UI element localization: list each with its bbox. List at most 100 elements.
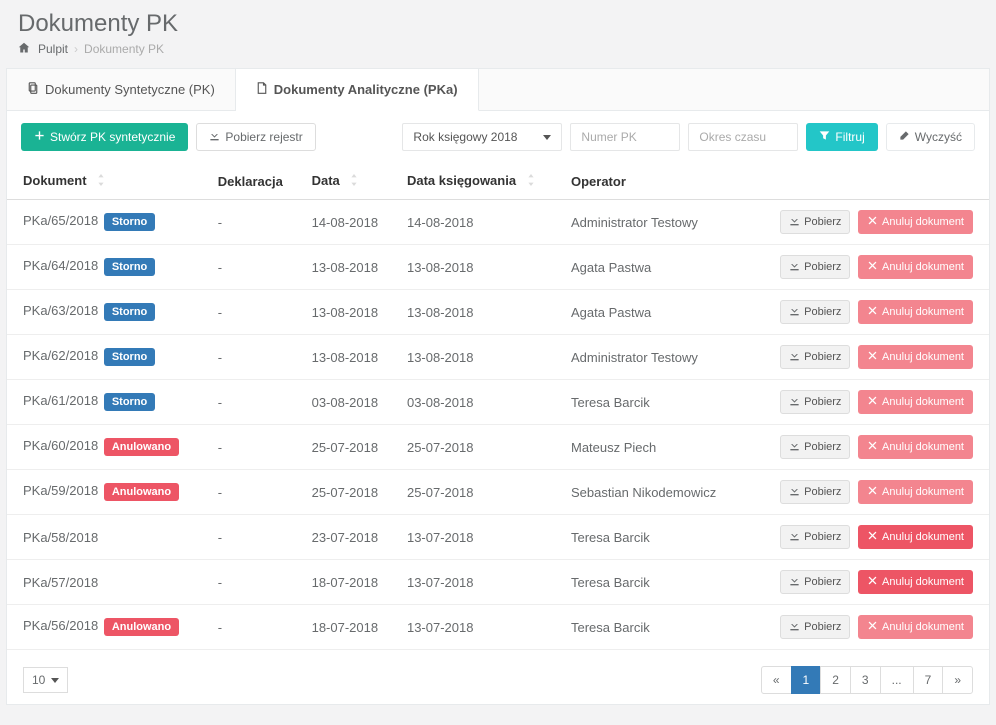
- operator-cell: Teresa Barcik: [561, 605, 743, 650]
- operator-cell: Administrator Testowy: [561, 200, 743, 245]
- table-row: PKa/59/2018 Anulowano - 25-07-2018 25-07…: [7, 470, 989, 515]
- download-icon: [789, 395, 800, 409]
- cancel-document-button[interactable]: Anuluj dokument: [858, 570, 973, 594]
- status-badge-storno: Storno: [104, 393, 155, 411]
- filter-button[interactable]: Filtruj: [806, 123, 877, 151]
- pagination-page[interactable]: 1: [791, 666, 822, 694]
- close-icon: [867, 305, 878, 319]
- download-row-button[interactable]: Pobierz: [780, 570, 850, 594]
- create-pk-button[interactable]: Stwórz PK syntetycznie: [21, 123, 188, 151]
- cancel-document-label: Anuluj dokument: [882, 216, 964, 228]
- pagination-page[interactable]: 7: [913, 666, 944, 694]
- year-select-value: Rok księgowy 2018: [413, 130, 517, 144]
- close-icon: [867, 485, 878, 499]
- download-row-label: Pobierz: [804, 621, 841, 633]
- download-row-label: Pobierz: [804, 396, 841, 408]
- close-icon: [867, 350, 878, 364]
- cancel-document-button[interactable]: Anuluj dokument: [858, 480, 973, 504]
- pagination: «123...7»: [761, 666, 973, 694]
- document-number: PKa/56/2018: [23, 618, 98, 633]
- book-date-cell: 13-07-2018: [397, 560, 561, 605]
- status-badge-anulowano: Anulowano: [104, 483, 179, 501]
- pagination-page[interactable]: ...: [880, 666, 914, 694]
- download-row-label: Pobierz: [804, 486, 841, 498]
- book-date-cell: 25-07-2018: [397, 425, 561, 470]
- pagination-page[interactable]: «: [761, 666, 792, 694]
- year-select[interactable]: Rok księgowy 2018: [402, 123, 562, 151]
- operator-cell: Agata Pastwa: [561, 290, 743, 335]
- download-row-button[interactable]: Pobierz: [780, 210, 850, 234]
- cancel-document-button[interactable]: Anuluj dokument: [858, 435, 973, 459]
- sort-icon: [349, 174, 359, 189]
- declaration-cell: -: [208, 245, 302, 290]
- page-title: Dokumenty PK: [18, 10, 978, 38]
- table-row: PKa/63/2018 Storno - 13-08-2018 13-08-20…: [7, 290, 989, 335]
- cancel-document-button[interactable]: Anuluj dokument: [858, 615, 973, 639]
- download-register-button[interactable]: Pobierz rejestr: [196, 123, 315, 151]
- tab-analytic[interactable]: Dokumenty Analityczne (PKa): [236, 69, 479, 111]
- date-cell: 13-08-2018: [302, 245, 397, 290]
- operator-cell: Sebastian Nikodemowicz: [561, 470, 743, 515]
- table-row: PKa/60/2018 Anulowano - 25-07-2018 25-07…: [7, 425, 989, 470]
- download-row-label: Pobierz: [804, 351, 841, 363]
- page-size-value: 10: [32, 673, 45, 687]
- cancel-document-button[interactable]: Anuluj dokument: [858, 525, 973, 549]
- col-date[interactable]: Data: [302, 163, 397, 200]
- date-cell: 25-07-2018: [302, 470, 397, 515]
- download-row-label: Pobierz: [804, 261, 841, 273]
- pagination-page[interactable]: 2: [820, 666, 851, 694]
- download-row-button[interactable]: Pobierz: [780, 390, 850, 414]
- declaration-cell: -: [208, 470, 302, 515]
- cancel-document-button[interactable]: Anuluj dokument: [858, 210, 973, 234]
- document-number: PKa/65/2018: [23, 213, 98, 228]
- cancel-document-button[interactable]: Anuluj dokument: [858, 300, 973, 324]
- download-icon: [789, 485, 800, 499]
- status-badge-storno: Storno: [104, 213, 155, 231]
- number-input[interactable]: [570, 123, 680, 151]
- download-row-button[interactable]: Pobierz: [780, 345, 850, 369]
- col-document[interactable]: Dokument: [7, 163, 208, 200]
- document-number: PKa/58/2018: [23, 530, 98, 545]
- home-icon: [18, 42, 32, 56]
- clear-button[interactable]: Wyczyść: [886, 123, 975, 151]
- col-book-date[interactable]: Data księgowania: [397, 163, 561, 200]
- period-input[interactable]: [688, 123, 798, 151]
- book-date-cell: 03-08-2018: [397, 380, 561, 425]
- declaration-cell: -: [208, 605, 302, 650]
- declaration-cell: -: [208, 200, 302, 245]
- plus-icon: [34, 130, 45, 144]
- table-row: PKa/56/2018 Anulowano - 18-07-2018 13-07…: [7, 605, 989, 650]
- status-badge-storno: Storno: [104, 348, 155, 366]
- download-row-label: Pobierz: [804, 441, 841, 453]
- cancel-document-button[interactable]: Anuluj dokument: [858, 345, 973, 369]
- breadcrumb-home-link[interactable]: Pulpit: [38, 42, 68, 56]
- pagination-page[interactable]: »: [942, 666, 973, 694]
- cancel-document-button[interactable]: Anuluj dokument: [858, 255, 973, 279]
- table-row: PKa/62/2018 Storno - 13-08-2018 13-08-20…: [7, 335, 989, 380]
- download-row-button[interactable]: Pobierz: [780, 525, 850, 549]
- operator-cell: Teresa Barcik: [561, 515, 743, 560]
- cancel-document-label: Anuluj dokument: [882, 261, 964, 273]
- cancel-document-label: Anuluj dokument: [882, 441, 964, 453]
- breadcrumb-separator: ›: [74, 42, 78, 56]
- cancel-document-label: Anuluj dokument: [882, 486, 964, 498]
- col-actions: [743, 163, 989, 200]
- status-badge-storno: Storno: [104, 303, 155, 321]
- download-row-button[interactable]: Pobierz: [780, 300, 850, 324]
- filter-icon: [819, 130, 830, 144]
- download-icon: [789, 350, 800, 364]
- tab-synthetic[interactable]: Dokumenty Syntetyczne (PK): [7, 69, 236, 110]
- download-register-label: Pobierz rejestr: [225, 130, 302, 144]
- download-row-button[interactable]: Pobierz: [780, 255, 850, 279]
- pagination-page[interactable]: 3: [850, 666, 881, 694]
- cancel-document-button[interactable]: Anuluj dokument: [858, 390, 973, 414]
- download-row-button[interactable]: Pobierz: [780, 615, 850, 639]
- download-row-button[interactable]: Pobierz: [780, 480, 850, 504]
- download-row-button[interactable]: Pobierz: [780, 435, 850, 459]
- download-icon: [209, 130, 220, 144]
- eraser-icon: [899, 130, 910, 144]
- tab-synthetic-label: Dokumenty Syntetyczne (PK): [45, 82, 215, 97]
- book-date-cell: 13-08-2018: [397, 245, 561, 290]
- page-size-select[interactable]: 10: [23, 667, 68, 693]
- operator-cell: Teresa Barcik: [561, 560, 743, 605]
